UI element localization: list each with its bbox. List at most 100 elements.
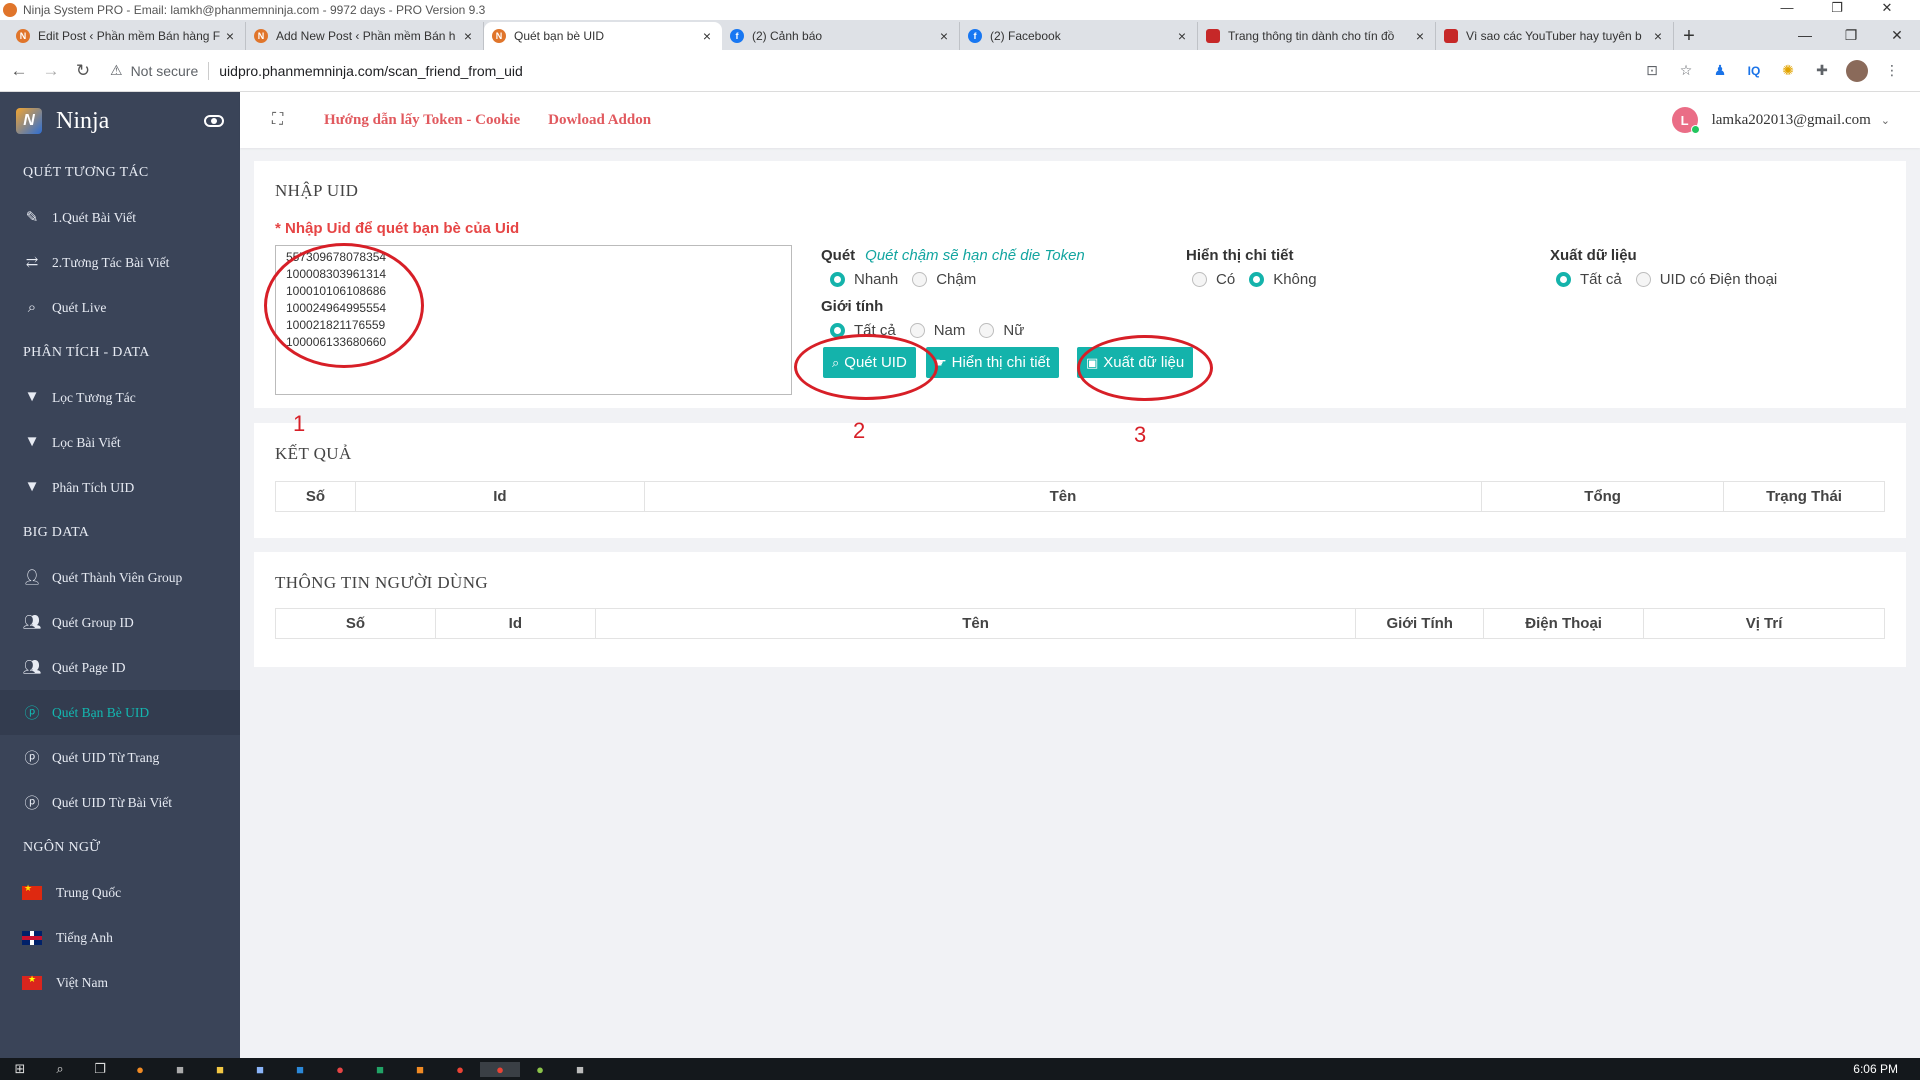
column-header[interactable]: Số [275,481,356,512]
extension-icon[interactable]: ♟ [1710,62,1730,79]
sidebar-item-loc-bai-viet[interactable]: ▼ Lọc Bài Viết [0,420,240,465]
extension-icon[interactable]: ✺ [1778,62,1798,79]
star-icon[interactable]: ☆ [1676,62,1696,79]
column-header[interactable]: Id [434,608,596,639]
chrome-icon[interactable]: ● [440,1062,480,1077]
browser-tab[interactable]: N Edit Post ‹ Phần mềm Bán hàng F × [8,22,246,50]
sidebar-item-quet-ban-be-uid[interactable]: ⓟ Quét Bạn Bè UID [0,690,240,735]
gender-label: Giới tính [821,298,884,315]
close-tab-icon[interactable]: × [700,28,714,44]
column-header[interactable]: Tên [594,608,1357,639]
folder-icon[interactable]: ■ [200,1062,240,1077]
sidebar-item-phan-tich-uid[interactable]: ▼ Phân Tích UID [0,465,240,510]
radio-gender-nam[interactable] [909,323,925,338]
menu-icon[interactable]: ⋮ [1882,62,1902,79]
browser-tab[interactable]: Trang thông tin dành cho tín đồ × [1198,22,1436,50]
browser-tab[interactable]: f (2) Cảnh báo × [722,22,960,50]
app-icon[interactable]: ● [120,1062,160,1077]
app-icon[interactable]: ■ [280,1062,320,1077]
sidebar-item-loc-tuong-tac[interactable]: ▼ Lọc Tương Tác [0,375,240,420]
user-menu[interactable]: L lamka202013@gmail.com ⌄ [1671,107,1890,134]
forward-icon[interactable]: → [38,58,64,84]
excel-icon[interactable]: ■ [360,1062,400,1077]
tab-label: Vì sao các YouTuber hay tuyên b [1466,29,1642,43]
reload-icon[interactable]: ↻ [70,58,96,84]
sidebar-item-lang-en[interactable]: Tiếng Anh [0,915,240,960]
column-header[interactable]: Id [354,481,645,512]
omnibox[interactable]: ⚠ Not secure uidpro.phanmemninja.com/sca… [110,55,1590,87]
sidebar-item-quet-uid-tu-bai-viet[interactable]: ⓟ Quét UID Từ Bài Viết [0,780,240,825]
filter-icon: ▼ [24,434,40,450]
user-icon: 👤︎ [22,570,42,586]
sidebar-item-lang-vn[interactable]: Việt Nam [0,960,240,1005]
column-header[interactable]: Điện Thoại [1483,608,1645,639]
sidebar-item-quet-live[interactable]: ⌕ Quét Live [0,285,240,330]
column-header[interactable]: Trạng Thái [1723,481,1885,512]
restore-button[interactable]: ❐ [1812,0,1862,16]
column-header[interactable]: Tên [643,481,1483,512]
detail-label: Hiển thị chi tiết [1186,247,1294,264]
windows-start-icon[interactable]: ⊞ [0,1061,40,1077]
sidebar-item-quet-uid-tu-trang[interactable]: ⓟ Quét UID Từ Trang [0,735,240,780]
sidebar-item-lang-cn[interactable]: Trung Quốc [0,870,240,915]
close-tab-icon[interactable]: × [1413,28,1427,44]
profile-avatar[interactable] [1846,59,1868,82]
download-addon-link[interactable]: Dowload Addon [548,112,651,129]
app-icon[interactable]: ■ [560,1062,600,1077]
panel-title: THÔNG TIN NGƯỜI DÙNG [275,573,489,592]
close-tab-icon[interactable]: × [461,28,475,44]
browser-tab-active[interactable]: N Quét bạn bè UID × [484,22,722,50]
browser-tab[interactable]: N Add New Post ‹ Phần mềm Bán h × [246,22,484,50]
search-icon[interactable]: ⌕ [40,1061,80,1077]
column-header[interactable]: Vị Trí [1643,608,1885,639]
puzzle-icon[interactable]: ✚ [1812,62,1832,79]
sidebar-item-quet-bai-viet[interactable]: ✎ 1.Quét Bài Viết [0,195,240,240]
new-tab-icon[interactable]: + [1674,22,1704,50]
browser-tab[interactable]: Vì sao các YouTuber hay tuyên b × [1436,22,1674,50]
extension-icon[interactable]: IQ [1744,64,1764,78]
close-tab-icon[interactable]: × [1651,28,1665,44]
token-guide-link[interactable]: Hướng dẫn lấy Token - Cookie [324,112,520,129]
radio-gender-nu[interactable] [979,323,995,338]
app-icon[interactable]: ■ [240,1062,280,1077]
radio-khong[interactable] [1249,272,1265,287]
sidebar-item-quet-thanh-vien-group[interactable]: 👤︎ Quét Thành Viên Group [0,555,240,600]
radio-tat-ca[interactable] [1556,272,1571,287]
app-icon[interactable]: ■ [160,1062,200,1077]
radio-label: Không [1273,271,1317,288]
sidebar-item-quet-group-id[interactable]: 👥︎ Quét Group ID [0,600,240,645]
column-header[interactable]: Tổng [1481,481,1725,512]
toggle-sidebar-icon[interactable] [204,115,224,127]
radio-co[interactable] [1192,272,1207,287]
app-icon[interactable]: ■ [400,1062,440,1077]
close-tab-icon[interactable]: × [1175,28,1189,44]
radio-cham[interactable] [912,272,928,287]
url-text[interactable]: uidpro.phanmemninja.com/scan_friend_from… [219,63,523,79]
close-tab-icon[interactable]: × [937,28,951,44]
close-tab-icon[interactable]: × [223,28,237,44]
user-info-table: Số Id Tên Giới Tính Điện Thoại Vị Trí [275,608,1885,639]
translate-icon[interactable]: ⊡ [1642,62,1662,79]
close-button[interactable]: ✕ [1874,20,1920,50]
radio-nhanh[interactable] [830,272,845,287]
app-icon[interactable]: ● [320,1062,360,1077]
sidebar-item-tuong-tac-bai-viet[interactable]: ⇄ 2.Tương Tác Bài Viết [0,240,240,285]
app-icon[interactable]: ● [520,1062,560,1077]
close-button[interactable]: ✕ [1862,0,1912,16]
radio-uid-phone[interactable] [1635,272,1651,287]
show-detail-button[interactable]: ☛ Hiển thị chi tiết [926,347,1060,378]
sidebar-item-label: Quét Page ID [52,659,126,675]
chrome-icon[interactable]: ● [480,1061,520,1077]
browser-tab[interactable]: f (2) Facebook × [960,22,1198,50]
restore-button[interactable]: ❐ [1828,20,1874,50]
column-header[interactable]: Số [275,608,436,639]
minimize-button[interactable]: — [1762,0,1812,16]
annotation-number: 1 [293,411,306,436]
back-icon[interactable]: ← [6,58,32,84]
minimize-button[interactable]: — [1782,20,1828,50]
fullscreen-icon[interactable]: ⛶ [272,111,292,129]
column-header[interactable]: Giới Tính [1355,608,1485,639]
task-view-icon[interactable]: ❐ [80,1061,120,1077]
users-icon: 👥︎ [22,615,42,631]
sidebar-item-quet-page-id[interactable]: 👥︎ Quét Page ID [0,645,240,690]
